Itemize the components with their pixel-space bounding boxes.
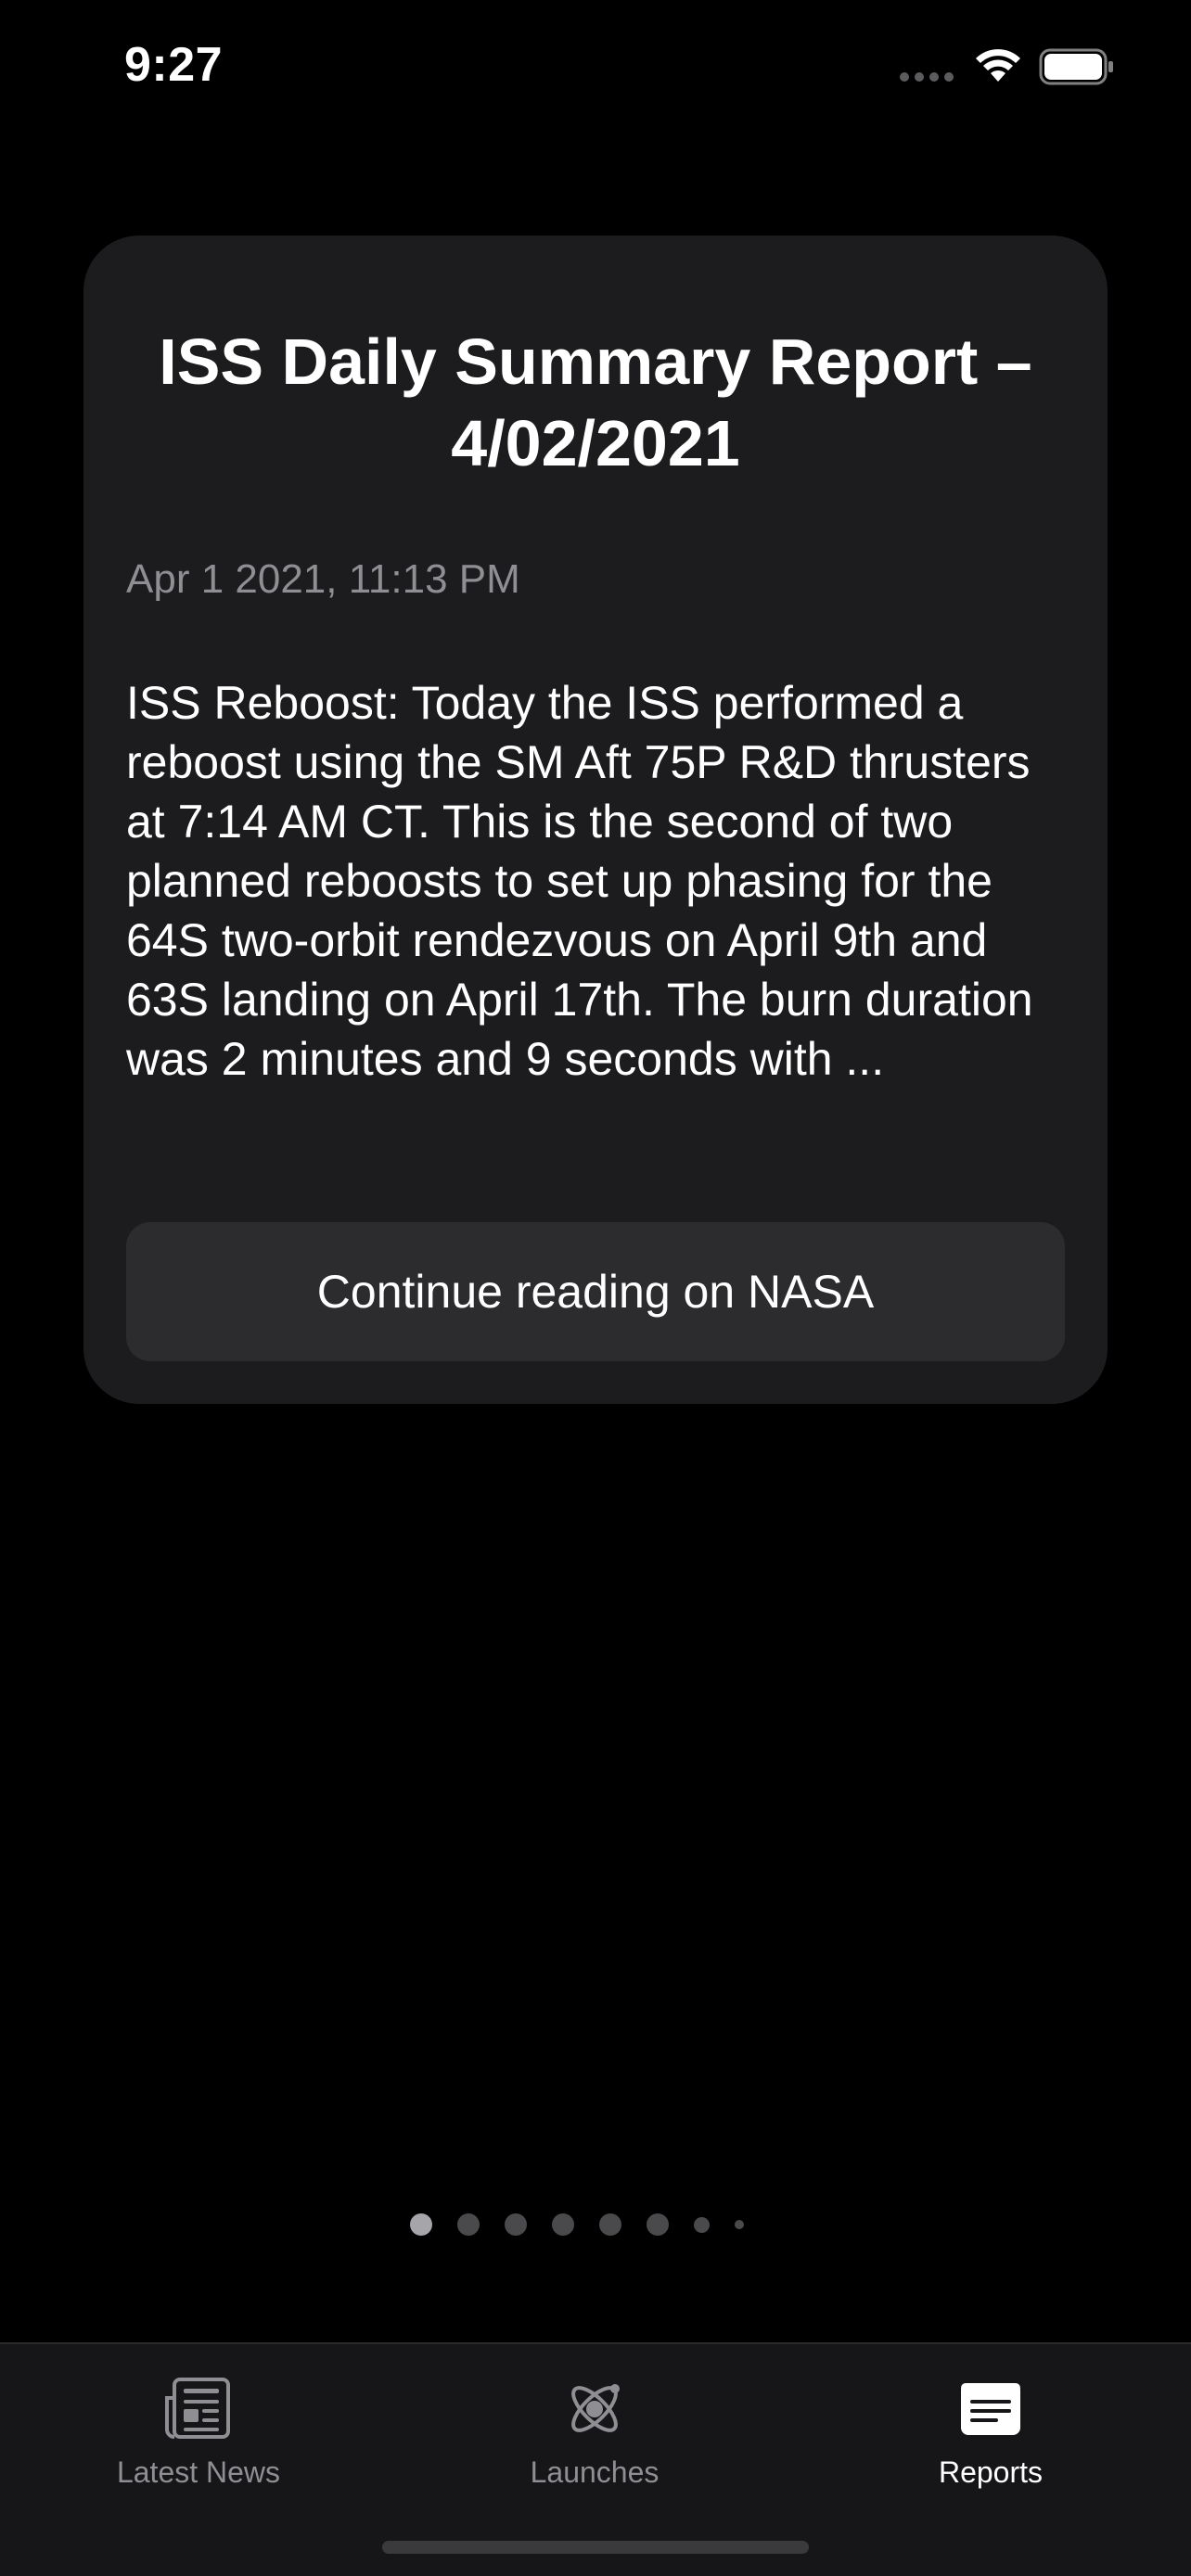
report-title: ISS Daily Summary Report – 4/02/2021 [159,325,1032,479]
tab-label: Latest News [116,2455,281,2489]
report-card: ISS Daily Summary Report – 4/02/2021 Apr… [83,236,1108,1404]
tab-label: Reports [938,2455,1044,2489]
page-indicator[interactable] [410,2211,781,2238]
page-dot[interactable] [457,2213,480,2236]
cellular-signal-icon [900,72,957,83]
newspaper-icon [161,2372,236,2446]
page-dot[interactable] [505,2213,527,2236]
report-date: Apr 1 2021, 11:13 PM [126,556,520,602]
page-dot[interactable] [647,2213,669,2236]
battery-icon [1039,48,1115,90]
status-time: 9:27 [124,38,224,92]
tab-label: Launches [530,2455,660,2489]
page-dot[interactable] [735,2220,744,2229]
tab-reports[interactable]: Reports [852,2372,1130,2502]
report-icon [954,2372,1028,2446]
page-dot[interactable] [552,2213,574,2236]
home-indicator[interactable] [382,2541,809,2554]
page-dot[interactable] [410,2213,432,2236]
satellite-icon [557,2372,632,2446]
status-bar: 9:27 [0,0,1191,130]
page-dot[interactable] [599,2213,621,2236]
report-summary: ISS Reboost: Today the ISS performed a r… [126,677,1033,1085]
page-dot[interactable] [694,2216,710,2233]
continue-reading-button[interactable]: Continue reading on NASA [126,1222,1065,1361]
tab-launches[interactable]: Launches [455,2372,734,2502]
tab-latest-news[interactable]: Latest News [59,2372,338,2502]
wifi-icon [974,46,1022,88]
